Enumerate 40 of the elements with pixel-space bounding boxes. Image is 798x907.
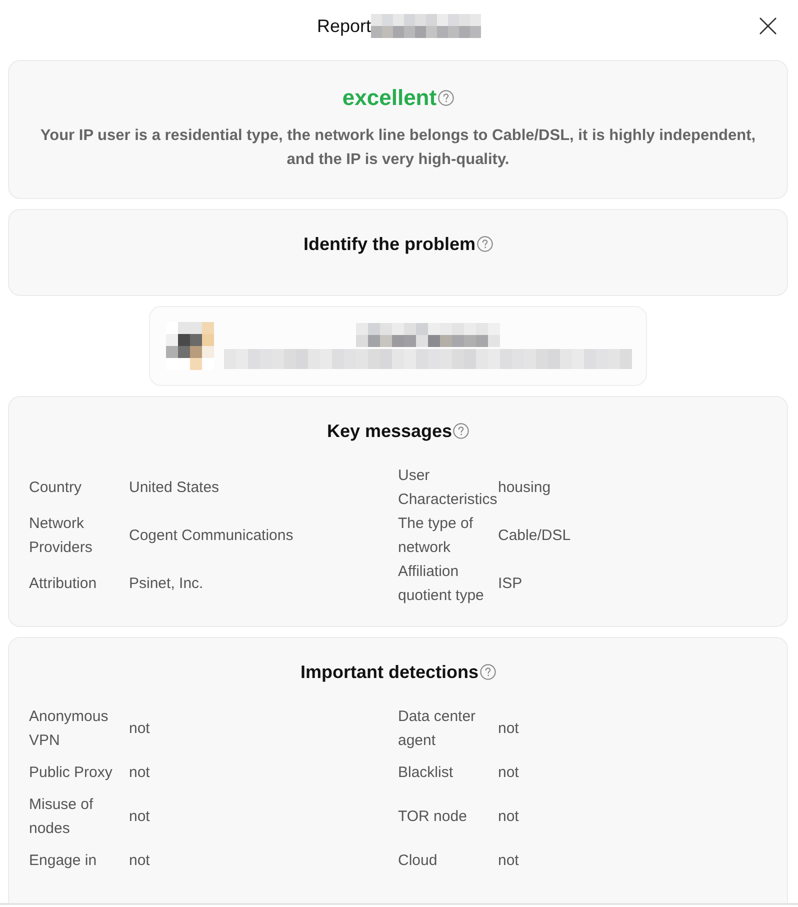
- field-value: Psinet, Inc.: [129, 574, 204, 594]
- field-label: Misuse of nodes: [29, 795, 94, 839]
- help-icon[interactable]: [476, 236, 492, 252]
- field-value: not: [129, 807, 151, 827]
- field-label: Attribution: [29, 574, 98, 594]
- field-label: The type of network: [398, 514, 474, 558]
- field-value: Cogent Communications: [129, 526, 294, 546]
- field-value: United States: [129, 478, 220, 498]
- field-label: Anonymous VPN: [29, 707, 110, 751]
- field-label: Data center agent: [398, 707, 477, 751]
- dialog-title: Report: [316, 15, 372, 38]
- field-value: not: [129, 763, 151, 783]
- rating-grade: excellent: [342, 84, 437, 112]
- field-value: ISP: [498, 574, 524, 594]
- field-label: Engage in: [29, 851, 98, 871]
- section-title: Identify the problem: [303, 233, 476, 256]
- section-title: Important detections: [300, 661, 478, 684]
- field-value: not: [498, 807, 520, 827]
- field-label: Cloud: [398, 851, 438, 871]
- field-label: Public Proxy: [29, 763, 114, 783]
- help-icon[interactable]: [453, 423, 470, 439]
- pixelated-image: [166, 322, 214, 370]
- field-value: Cable/DSL: [498, 526, 572, 546]
- field-value: not: [129, 719, 151, 739]
- field-label: User Characteristics: [398, 466, 498, 510]
- close-icon: [759, 17, 777, 35]
- field-value: not: [498, 719, 520, 739]
- field-label: Country: [29, 478, 83, 498]
- field-value: not: [129, 851, 151, 871]
- rating-description: Your IP user is a residential type, the network line belongs to Cable/DSL, it is highly independent, and the IP is very high-quality.: [39, 126, 757, 170]
- field-label: Affiliation quotient type: [398, 562, 485, 606]
- field-value: not: [498, 763, 520, 783]
- field-label: Blacklist: [398, 763, 454, 783]
- help-icon[interactable]: [438, 90, 454, 106]
- section-title: Key messages: [326, 420, 452, 443]
- help-icon[interactable]: [480, 664, 496, 680]
- field-label: Network Providers: [29, 514, 94, 558]
- field-value: housing: [498, 478, 552, 498]
- field-label: TOR node: [398, 807, 468, 827]
- field-value: not: [498, 851, 520, 871]
